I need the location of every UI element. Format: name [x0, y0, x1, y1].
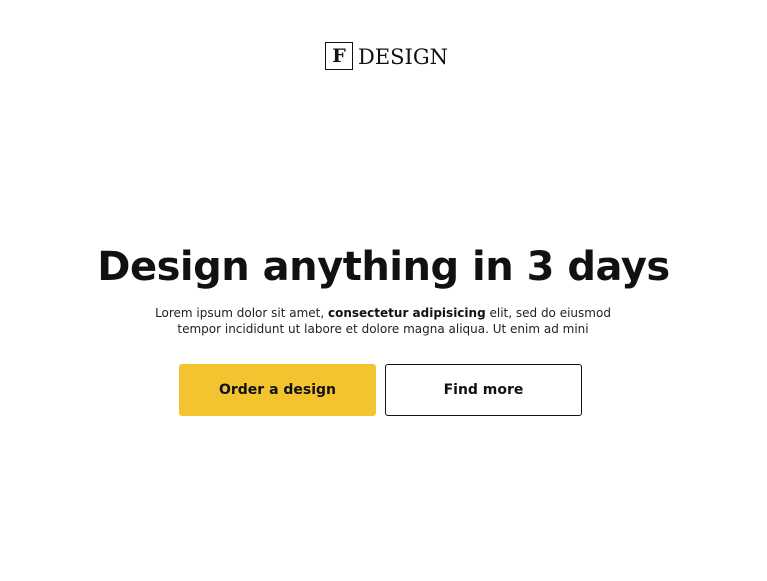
- brand-logo[interactable]: F DESIGN: [325, 42, 448, 70]
- hero-description-start: Lorem ipsum dolor sit amet,: [155, 306, 328, 320]
- logo-text: DESIGN: [358, 44, 448, 69]
- hero-description: Lorem ipsum dolor sit amet, consectetur …: [133, 305, 633, 337]
- order-design-button[interactable]: Order a design: [179, 364, 376, 416]
- logo-mark-icon: F: [325, 42, 353, 70]
- hero-title: Design anything in 3 days: [97, 244, 670, 290]
- hero-description-bold: consectetur adipisicing: [328, 306, 486, 320]
- find-more-button[interactable]: Find more: [385, 364, 582, 416]
